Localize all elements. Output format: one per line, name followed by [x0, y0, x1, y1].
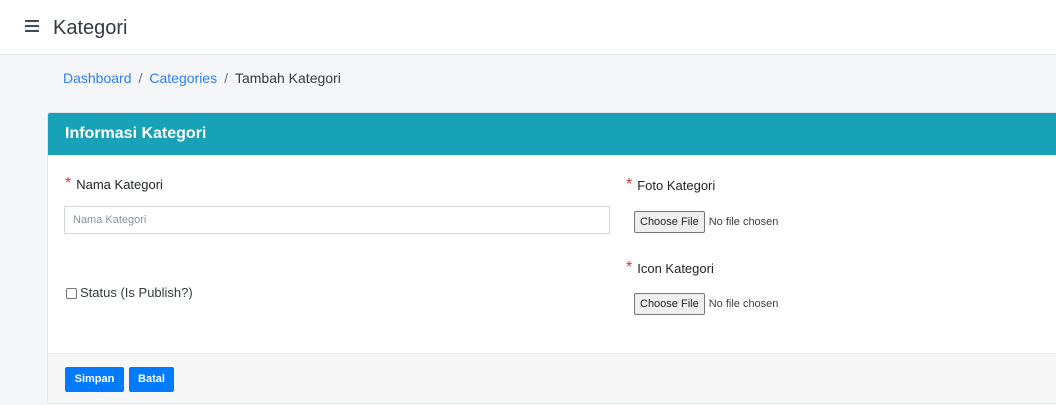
card-title: Informasi Kategori [65, 125, 207, 142]
icon-file-status: No file chosen [708, 298, 779, 310]
foto-choose-file-button[interactable]: Choose File [634, 211, 705, 233]
icon-kategori-label-text: Icon Kategori [637, 261, 714, 276]
status-checkbox-row[interactable]: Status (Is Publish?) [66, 285, 193, 301]
top-navbar: Kategori [0, 0, 1056, 55]
card-header: Informasi Kategori [48, 113, 1056, 155]
breadcrumb-separator: / [224, 70, 228, 86]
status-checkbox[interactable] [66, 287, 77, 299]
foto-kategori-label-text: Foto Kategori [637, 178, 716, 193]
foto-kategori-file-input[interactable]: Choose File No file chosen [634, 211, 778, 233]
breadcrumb: Dashboard / Categories / Tambah Kategori [63, 69, 341, 87]
page-title: Kategori [53, 17, 128, 39]
nama-kategori-label: * Nama Kategori [65, 175, 163, 193]
foto-kategori-label: * Foto Kategori [626, 176, 716, 194]
foto-file-status: No file chosen [708, 216, 779, 228]
hamburger-menu-icon[interactable] [25, 20, 39, 32]
cancel-button[interactable]: Batal [129, 367, 174, 392]
category-form-card: Informasi Kategori * Nama Kategori Status… [47, 112, 1056, 404]
required-marker: * [626, 259, 633, 276]
breadcrumb-dashboard-link[interactable]: Dashboard [63, 70, 132, 86]
nama-kategori-input[interactable] [64, 206, 610, 234]
nama-kategori-label-text: Nama Kategori [76, 177, 163, 192]
breadcrumb-categories-link[interactable]: Categories [149, 70, 217, 86]
card-footer: Simpan Batal [48, 353, 1056, 403]
breadcrumb-separator: / [138, 70, 143, 86]
icon-choose-file-button[interactable]: Choose File [634, 293, 705, 315]
status-checkbox-label[interactable]: Status (Is Publish?) [80, 285, 193, 301]
icon-kategori-file-input[interactable]: Choose File No file chosen [634, 293, 778, 315]
save-button[interactable]: Simpan [65, 367, 124, 392]
icon-kategori-label: * Icon Kategori [626, 259, 714, 277]
required-marker: * [65, 175, 72, 192]
breadcrumb-current: Tambah Kategori [234, 70, 341, 86]
required-marker: * [626, 176, 633, 193]
